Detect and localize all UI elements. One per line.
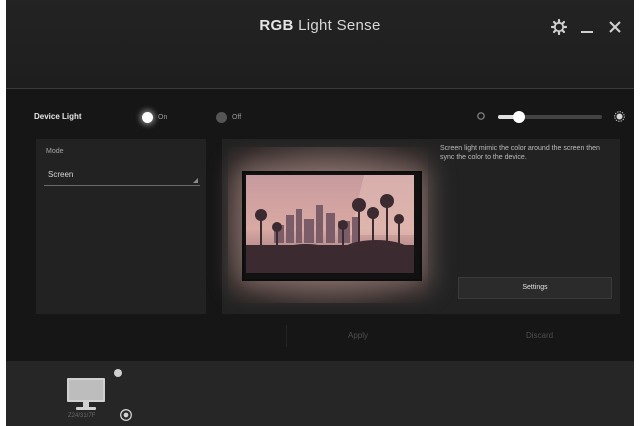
add-device-icon[interactable] [120,409,132,421]
main-content: Device Light On Off Mode Screen Screen l… [6,89,634,361]
monitor-device-icon[interactable] [66,377,106,411]
mode-dropdown-value: Screen [48,170,74,179]
close-icon[interactable] [606,18,624,36]
city-skyline-picture [246,175,418,277]
footer-divider [286,325,287,347]
radio-on-dot [142,112,153,123]
brightness-slider[interactable] [498,111,602,123]
app-title: RGB Light Sense [6,17,634,34]
gear-icon[interactable] [550,18,568,36]
brightness-low-icon [477,112,485,120]
brightness-high-icon [614,111,625,122]
app-title-bold: RGB [259,17,294,34]
discard-button[interactable]: Discard [526,331,553,340]
screen-mode-description: Screen light mimic the color around the … [440,145,600,161]
mode-label: Mode [46,148,64,155]
dropdown-arrow-icon [193,178,198,183]
settings-button[interactable]: Settings [458,277,612,299]
radio-off-dot [216,112,227,123]
minimize-icon[interactable] [578,18,596,36]
device-bar: Z24/31/7F [6,361,634,426]
device-light-off-radio[interactable]: Off [216,112,241,123]
device-name: Z24/31/7F [68,413,96,419]
radio-on-label: On [158,114,168,121]
window-controls [550,18,624,36]
radio-off-label: Off [232,114,242,121]
screen-mode-preview-image [228,147,428,303]
apply-button[interactable]: Apply [348,331,368,340]
device-light-row: Device Light On Off [6,107,634,129]
mode-dropdown[interactable]: Screen [44,165,200,186]
app-window: RGB Light Sense Device Light On Off Mode… [6,0,634,426]
device-status-dot [114,369,122,377]
device-light-label: Device Light [34,112,82,121]
mode-panel: Mode Screen [36,139,206,314]
monitor-illustration [242,171,422,281]
brightness-slider-thumb[interactable] [512,111,525,123]
title-bar: RGB Light Sense [6,0,634,89]
device-light-on-radio[interactable]: On [142,112,167,123]
app-title-rest: Light Sense [293,17,381,34]
preview-panel: Screen light mimic the color around the … [222,139,620,314]
